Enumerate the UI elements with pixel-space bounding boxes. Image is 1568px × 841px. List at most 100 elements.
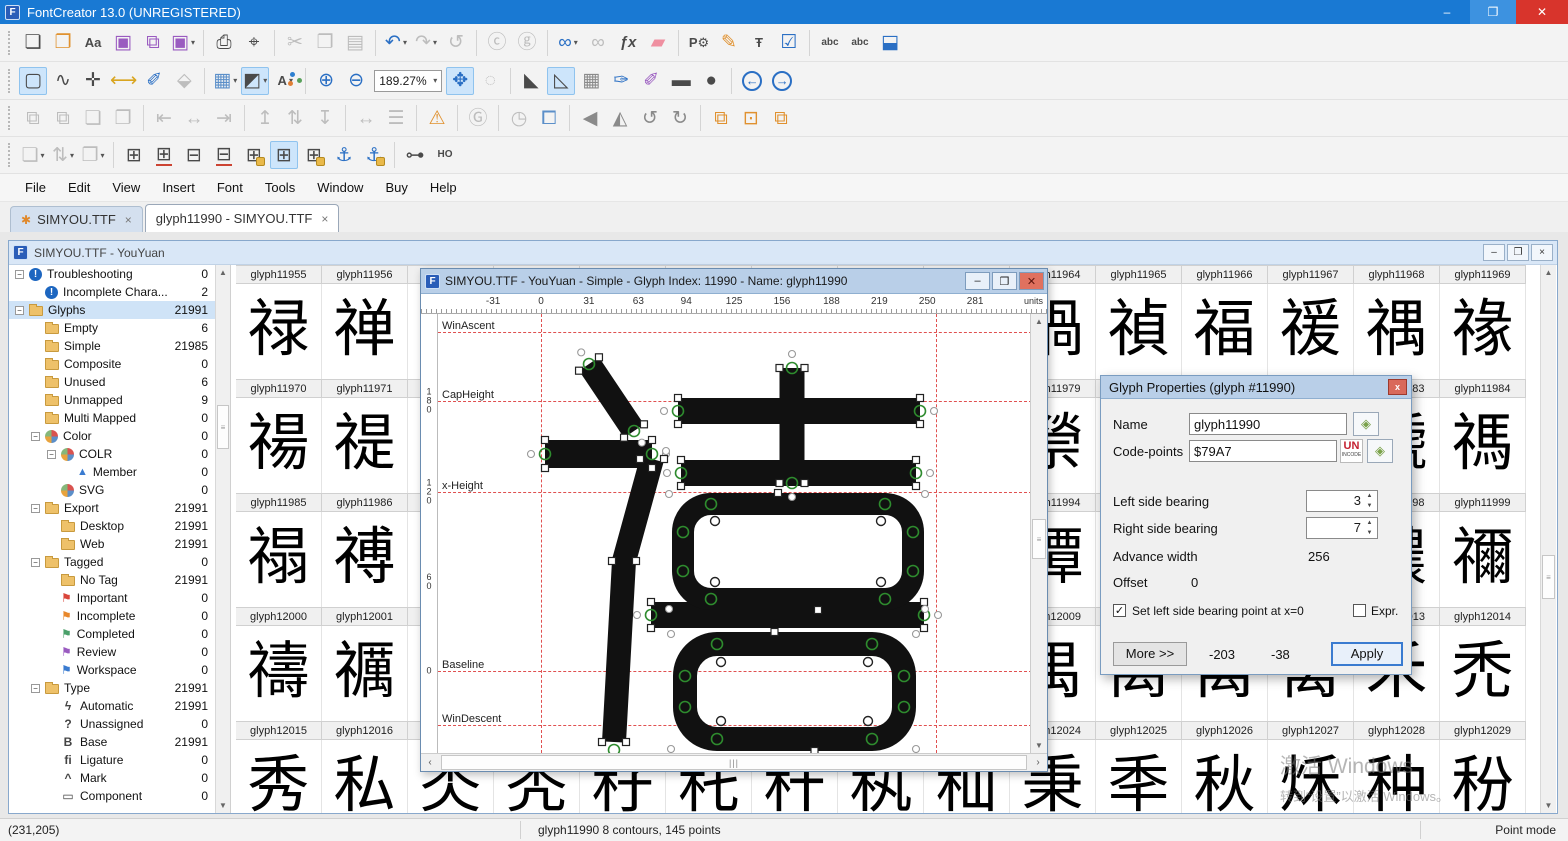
close-icon[interactable]: ×: [125, 213, 132, 227]
redo-button[interactable]: ↷ ▾: [412, 29, 440, 57]
save-button[interactable]: ▣: [109, 29, 137, 57]
minimize-button[interactable]: –: [1424, 0, 1470, 24]
sidebar-item-no-tag[interactable]: No Tag 21991: [9, 571, 230, 589]
menu-edit[interactable]: Edit: [57, 176, 101, 199]
align-top-button[interactable]: ↥: [251, 104, 279, 132]
menu-view[interactable]: View: [101, 176, 151, 199]
close-button[interactable]: ✕: [1516, 0, 1568, 24]
chevron-down-icon[interactable]: ▾: [263, 76, 267, 85]
scroll-up-icon[interactable]: ▲: [216, 265, 230, 280]
group-button[interactable]: ⧉: [19, 104, 47, 132]
sidebar-item-base[interactable]: B Base 21991: [9, 733, 230, 751]
glyph-cell-11966[interactable]: glyph11966 福: [1182, 265, 1268, 379]
overview-minimize-button[interactable]: –: [1483, 244, 1505, 261]
glyph-cell-12026[interactable]: glyph12026 秋: [1182, 721, 1268, 813]
glyph-cell-11969[interactable]: glyph11969 禒: [1440, 265, 1526, 379]
metrics-lock-button[interactable]: ⊞: [240, 141, 268, 169]
font-overview-button[interactable]: Aa: [79, 29, 107, 57]
glyph-cell-11985[interactable]: glyph11985 禢: [236, 493, 322, 607]
glyph-cell-11956[interactable]: glyph11956 禅: [322, 265, 408, 379]
scroll-down-icon[interactable]: ▼: [1031, 738, 1047, 753]
transform-again-button[interactable]: ◷: [505, 104, 533, 132]
align-right-button[interactable]: ⇥: [210, 104, 238, 132]
fill-mode-button[interactable]: ◩ ▾: [241, 66, 270, 95]
find-button[interactable]: ⌖: [240, 29, 268, 57]
sidebar-item-completed[interactable]: ⚑ Completed 0: [9, 625, 230, 643]
glyph-cell-12025[interactable]: glyph12025 秊: [1096, 721, 1182, 813]
chevron-down-icon[interactable]: ▾: [191, 38, 195, 47]
formula-button[interactable]: ƒx: [614, 29, 642, 57]
flip-horizontal-button[interactable]: ◀: [576, 104, 604, 132]
union-button[interactable]: ⧉: [707, 104, 735, 132]
sidebar-item-simple[interactable]: Simple 21985: [9, 337, 230, 355]
metrics-rsb-button[interactable]: ⊟: [210, 141, 238, 169]
sidebar-item-tagged[interactable]: − Tagged 0: [9, 553, 230, 571]
glyph-minimize-button[interactable]: –: [965, 272, 990, 290]
glyph-cell-12014[interactable]: glyph12014 禿: [1440, 607, 1526, 721]
sidebar-item-ligature[interactable]: fi Ligature 0: [9, 751, 230, 769]
chevron-down-icon[interactable]: ▾: [101, 151, 105, 160]
chevron-down-icon[interactable]: ▾: [233, 76, 237, 85]
rsb-stepper[interactable]: 7 ▲ ▼: [1306, 517, 1378, 539]
sidebar-item-member[interactable]: ▲ Member 0: [9, 463, 230, 481]
text-tool-button[interactable]: Ŧ: [745, 29, 773, 57]
scroll-right-icon[interactable]: ›: [1029, 757, 1047, 768]
center-height-button[interactable]: ☰: [382, 104, 410, 132]
sidebar-item-unused[interactable]: Unused 6: [9, 373, 230, 391]
sidebar-item-web[interactable]: Web 21991: [9, 535, 230, 553]
ungroup-button[interactable]: ⧉: [49, 104, 77, 132]
sidebar-item-troubleshooting[interactable]: −! Troubleshooting 0: [9, 265, 230, 283]
properties-button[interactable]: P⚙: [685, 29, 713, 57]
toolbar-grip[interactable]: [8, 106, 12, 130]
tab-2[interactable]: glyph11990 - SIMYOU.TTF ×: [144, 204, 340, 232]
sidebar-item-svg[interactable]: SVG 0: [9, 481, 230, 499]
more-button[interactable]: More >>: [1113, 642, 1187, 666]
fill-tool[interactable]: ⬙: [170, 67, 198, 95]
save-all-button[interactable]: ⧉: [139, 29, 167, 57]
publish-button[interactable]: ⬓: [876, 29, 904, 57]
toolbar-grip[interactable]: [8, 143, 12, 167]
chevron-down-icon[interactable]: ▾: [289, 76, 293, 85]
collapse-icon[interactable]: −: [15, 269, 24, 279]
scroll-up-icon[interactable]: ▲: [1031, 314, 1047, 329]
preview-text-button[interactable]: A ▾: [271, 67, 299, 95]
insert-composite-button[interactable]: ⓒ: [483, 29, 511, 57]
glyph-restore-button[interactable]: ❐: [992, 272, 1017, 290]
scroll-down-icon[interactable]: ▼: [216, 798, 230, 813]
print-button[interactable]: ⎙: [210, 29, 238, 57]
sidebar-item-workspace[interactable]: ⚑ Workspace 0: [9, 661, 230, 679]
contour-mode-button[interactable]: ◣: [517, 67, 545, 95]
glyph-outline-canvas[interactable]: WinAscent CapHeight x-Height Baseline WinDes…: [438, 314, 1032, 753]
sidebar-item-glyphs[interactable]: − Glyphs 21991: [9, 301, 230, 319]
chevron-down-icon[interactable]: ▾: [433, 76, 437, 85]
kerning-button[interactable]: HO: [431, 141, 459, 169]
point-link-button[interactable]: ⊶: [401, 141, 429, 169]
maximize-button[interactable]: ❐: [1470, 0, 1516, 24]
sidebar-item-component[interactable]: ▭ Component 0: [9, 787, 230, 805]
chevron-down-icon[interactable]: ▾: [403, 38, 407, 47]
zoom-out-button[interactable]: ⊖: [342, 67, 370, 95]
chevron-down-icon[interactable]: ▾: [41, 151, 45, 160]
glyph-cell-11955[interactable]: glyph11955 禄: [236, 265, 322, 379]
rotate-ccw-button[interactable]: ↺: [636, 104, 664, 132]
spinner-arrows-icon[interactable]: ▲ ▼: [1363, 491, 1376, 511]
scroll-up-icon[interactable]: ▲: [1541, 265, 1556, 280]
paste-button[interactable]: ▤: [341, 29, 369, 57]
collapse-icon[interactable]: −: [31, 557, 40, 567]
menu-font[interactable]: Font: [206, 176, 254, 199]
scroll-left-icon[interactable]: ‹: [421, 757, 439, 768]
glyph-cell-12029[interactable]: glyph12029 秎: [1440, 721, 1526, 813]
sidebar-item-unassigned[interactable]: ? Unassigned 0: [9, 715, 230, 733]
sidebar-item-empty[interactable]: Empty 6: [9, 319, 230, 337]
web-check-button[interactable]: abc: [846, 29, 874, 57]
rotate-cw-button[interactable]: ↻: [666, 104, 694, 132]
chevron-down-icon[interactable]: ▾: [433, 38, 437, 47]
scroll-thumb[interactable]: ≡: [1542, 555, 1555, 599]
glyph-cell-11967[interactable]: glyph11967 禐: [1268, 265, 1354, 379]
new-font-button[interactable]: ❏: [19, 29, 47, 57]
validation-report-button[interactable]: ⚠: [423, 104, 451, 132]
glyph-cell-12028[interactable]: glyph12028 种: [1354, 721, 1440, 813]
collapse-icon[interactable]: −: [31, 503, 40, 513]
sidebar-item-mark[interactable]: ^ Mark 0: [9, 769, 230, 787]
point-mode-button[interactable]: ◺: [547, 66, 576, 95]
